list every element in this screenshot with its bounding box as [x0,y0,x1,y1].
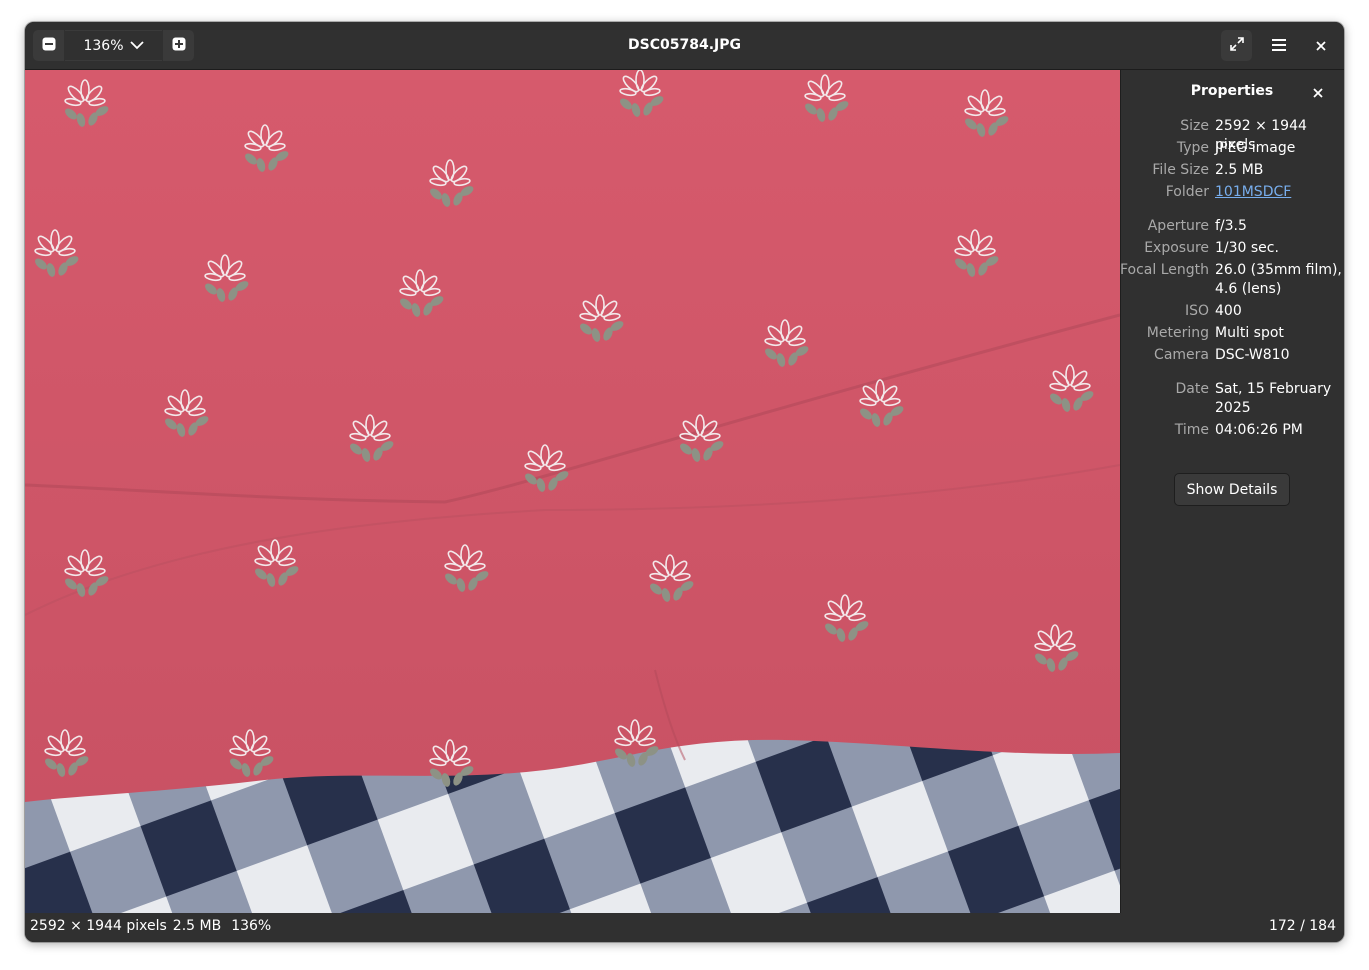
property-value: 1/30 sec. [1215,240,1279,256]
property-value: 04:06:26 PM [1215,422,1303,438]
close-icon [1315,36,1326,55]
header-bar: 136% DSC05784.JPG [25,22,1344,70]
image-viewer-window: 136% DSC05784.JPG Properties Size 2592 ×… [25,22,1344,942]
window-title: DSC05784.JPG [628,37,741,53]
show-details-button[interactable]: Show Details [1174,473,1290,506]
status-dimensions: 2592 × 1944 pixels [30,918,167,934]
photo-canvas[interactable] [25,70,1120,913]
main-menu-button[interactable] [1263,30,1294,61]
property-value: DSC-W810 [1215,347,1290,363]
property-label: Exposure [1144,240,1209,256]
status-file-size: 2.5 MB [172,918,222,934]
property-label: Camera [1154,347,1209,363]
property-value: 101MSDCF [1215,183,1343,202]
property-label: Size [1180,118,1209,134]
status-position: 172 / 184 [1268,918,1336,934]
zoom-controls: 136% [33,30,194,61]
status-bar: 2592 × 1944 pixels 2.5 MB 136% 172 / 184 [25,913,1344,942]
close-properties-button[interactable] [1309,83,1327,101]
zoom-in-button[interactable] [163,30,194,61]
minus-square-icon [42,36,56,55]
close-icon [1313,83,1323,102]
fullscreen-icon [1229,36,1245,56]
property-value: Sat, 15 February 2025 [1215,380,1343,418]
property-label: Time [1174,422,1209,438]
properties-sidebar: Properties Size 2592 × 1944 pixels Type … [1120,70,1344,913]
folder-link[interactable]: 101MSDCF [1215,184,1291,200]
status-zoom: 136% [231,918,272,934]
property-value: JPEG image [1215,140,1296,156]
property-value: Multi spot [1215,325,1284,341]
close-window-button[interactable] [1305,30,1336,61]
property-value: 400 [1215,303,1242,319]
property-label: Type [1176,140,1209,156]
property-label: Folder [1165,184,1209,200]
chevron-down-icon [129,38,144,54]
hamburger-menu-icon [1271,36,1286,55]
property-value-line: 4.6 (lens) [1215,281,1282,297]
zoom-out-button[interactable] [33,30,64,61]
photo-image [25,70,1120,913]
property-label: ISO [1184,303,1209,319]
property-value-line: 26.0 (35mm film), [1215,262,1342,278]
property-value: 26.0 (35mm film), 4.6 (lens) [1215,261,1343,299]
property-value-line: 2025 [1215,400,1251,416]
zoom-level-label: 136% [83,37,124,54]
property-label: Date [1175,381,1209,397]
zoom-level-dropdown[interactable]: 136% [65,30,162,61]
fullscreen-button[interactable] [1221,30,1252,61]
header-actions [1221,30,1336,61]
property-value: 2.5 MB [1215,162,1264,178]
property-value-line: Sat, 15 February [1215,381,1332,397]
property-value: f/3.5 [1215,218,1247,234]
property-label: Aperture [1147,218,1209,234]
property-label: Metering [1146,325,1209,341]
property-label: File Size [1152,162,1209,178]
property-label: Focal Length [1119,262,1209,278]
status-info: 2592 × 1944 pixels 2.5 MB 136% [30,918,271,934]
plus-square-icon [172,36,186,55]
